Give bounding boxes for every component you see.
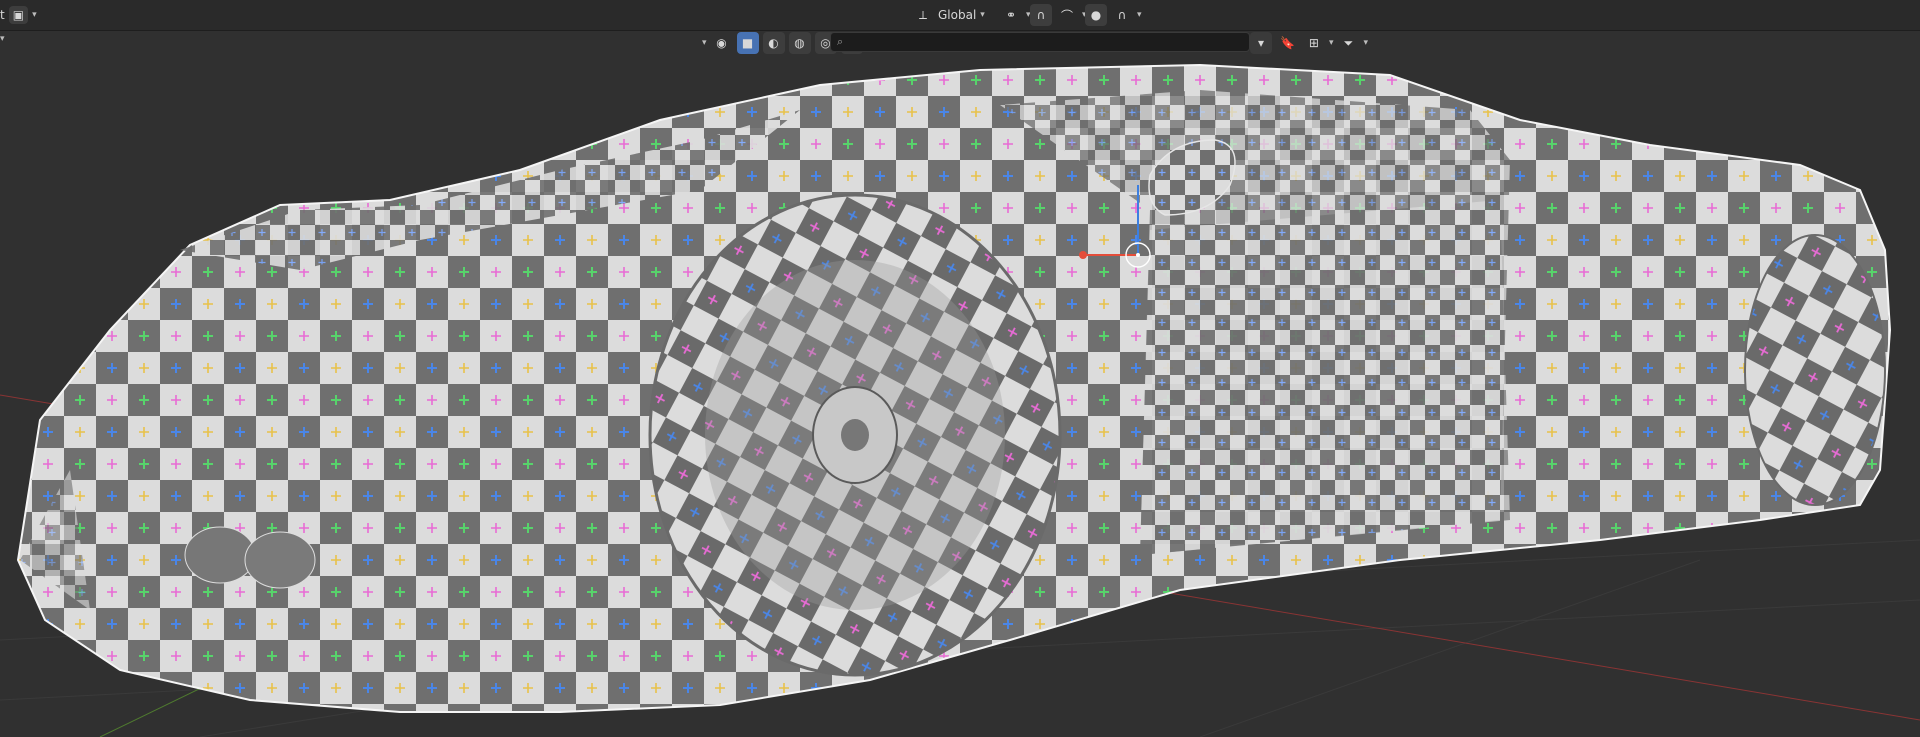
chevron-down-icon: ▾ (702, 38, 707, 48)
proportional-edit-controls: ● ∩ ▾ (1085, 4, 1142, 26)
header-left-label: t (0, 8, 5, 22)
transform-orientation-label: Global (938, 8, 977, 22)
shading-solid-button[interactable]: ■ (736, 32, 759, 54)
right-controls: ▾ 🔖 ⊞ ▾ ⏷ ▾ (1250, 32, 1368, 54)
chevron-down-icon: ▾ (980, 10, 985, 20)
proportional-editing-icon: ● (1090, 8, 1102, 22)
chevron-down-icon: ▾ (1328, 38, 1334, 48)
shading-wireframe-button[interactable]: ◐ (762, 32, 785, 54)
search-input[interactable]: ⌕ (830, 32, 1250, 52)
mode-icon: ▣ (12, 8, 25, 22)
snap-toggle-button[interactable]: ∩ (1030, 4, 1052, 26)
snap-target-icon: ⌒ (1060, 8, 1073, 23)
mode-select-button[interactable]: ▣ (8, 6, 29, 24)
chevron-down-icon: ▾ (0, 34, 5, 44)
transform-orientation-dropdown[interactable]: ⟂ Global ▾ (912, 4, 985, 26)
transform-orientation-icon: ⟂ (918, 7, 927, 22)
bookmark-icon: 🔖 (1280, 36, 1295, 50)
3d-viewport[interactable] (0, 0, 1920, 737)
collections-button[interactable]: ⊞ (1303, 32, 1325, 54)
shading-material-button[interactable]: ◍ (788, 32, 811, 54)
snap-controls: ∩ ⌒ ▾ (1030, 4, 1087, 26)
snap-target-button[interactable]: ⌒ (1056, 4, 1078, 26)
snap-magnet-icon: ∩ (1036, 8, 1046, 22)
pivot-point-icon: ⚭ (1005, 8, 1017, 22)
solid-shading-icon: ■ (741, 36, 754, 50)
header-left-controls: t ▣ ▾ (0, 6, 37, 24)
material-shading-icon: ◍ (794, 36, 805, 50)
search-icon: ⌕ (837, 35, 844, 48)
falloff-curve-icon: ∩ (1117, 8, 1127, 22)
proportional-editing-toggle[interactable]: ● (1085, 4, 1107, 26)
wireframe-shading-icon: ◐ (768, 36, 779, 50)
falloff-button[interactable]: ∩ (1111, 4, 1133, 26)
chevron-down-icon: ▾ (1257, 36, 1265, 50)
filter-mode-button[interactable]: ▾ (1250, 32, 1272, 54)
bookmark-button[interactable]: 🔖 (1276, 32, 1299, 54)
color-icon[interactable]: ◉ (711, 32, 733, 54)
header-left-dropdown[interactable]: ▾ (0, 34, 5, 44)
filter-icon: ⏷ (1343, 35, 1354, 50)
chevron-down-icon: ▾ (1137, 10, 1142, 20)
chevron-down-icon: ▾ (1363, 38, 1369, 48)
collections-icon: ⊞ (1308, 36, 1319, 50)
filter-button[interactable]: ⏷ (1337, 32, 1359, 54)
rear-wheel[interactable] (1744, 234, 1886, 506)
pivot-point-dropdown[interactable]: ⚭ ▾ (1000, 4, 1031, 26)
chevron-down-icon: ▾ (32, 10, 37, 20)
